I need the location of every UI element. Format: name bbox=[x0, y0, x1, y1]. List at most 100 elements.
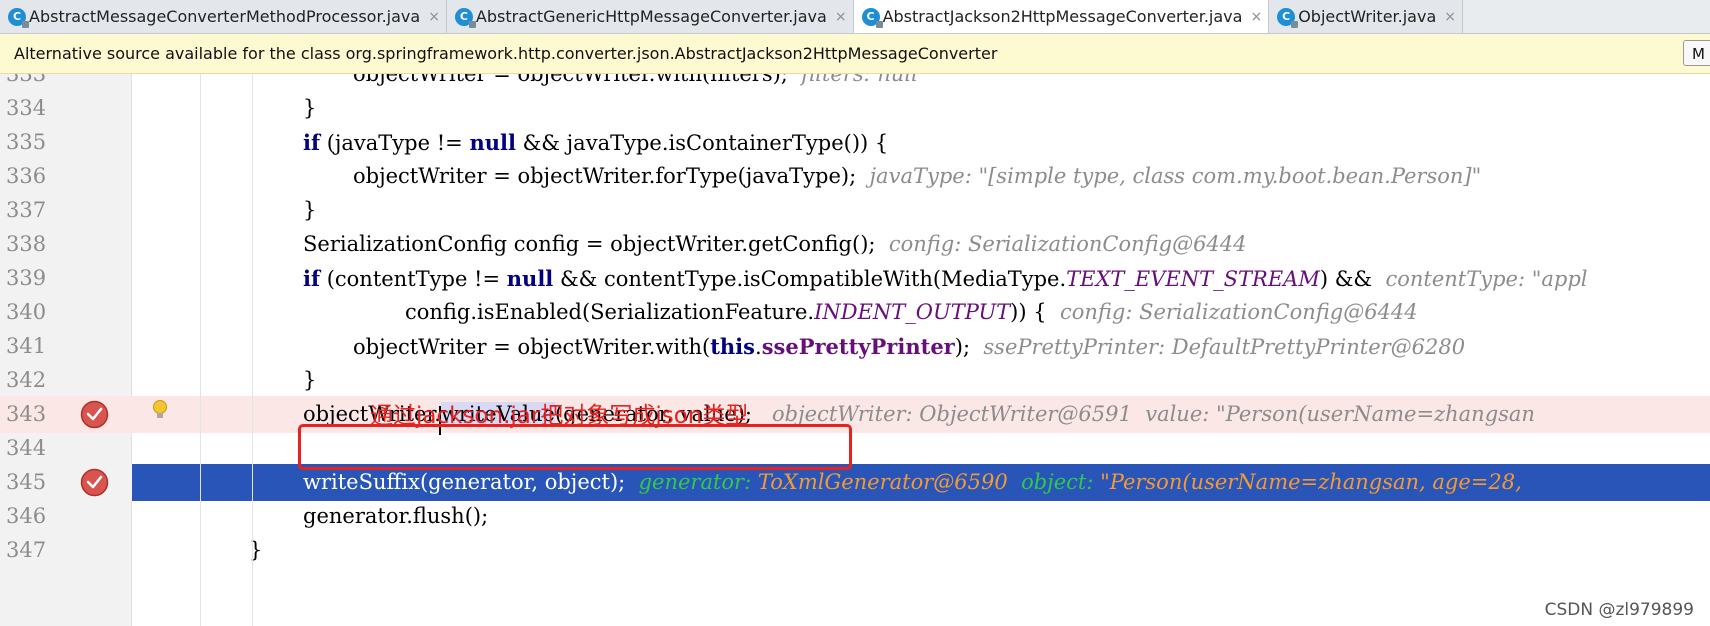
banner-text: Alternative source available for the cla… bbox=[14, 44, 998, 63]
code-line[interactable]: 338 SerializationConfig config = objectW… bbox=[0, 226, 1710, 263]
line-number: 347 bbox=[6, 538, 47, 562]
close-icon[interactable]: × bbox=[1250, 9, 1262, 25]
alternative-source-banner: Alternative source available for the cla… bbox=[0, 34, 1710, 74]
code-token: } bbox=[303, 198, 317, 222]
close-icon[interactable]: × bbox=[1444, 9, 1456, 25]
inline-debug-value: ssePrettyPrinter: DefaultPrettyPrinter@6… bbox=[983, 335, 1466, 359]
java-class-icon: C bbox=[861, 7, 883, 28]
code-text: if (contentType != null && contentType.i… bbox=[132, 260, 1588, 297]
code-text: SerializationConfig config = objectWrite… bbox=[132, 226, 1247, 263]
inline-debug-value: filters: null bbox=[801, 74, 918, 86]
line-number: 346 bbox=[6, 504, 47, 528]
field-token: ssePrettyPrinter bbox=[761, 334, 955, 359]
line-number: 343 bbox=[0, 396, 132, 433]
code-token: ) && bbox=[1319, 267, 1373, 291]
line-number: 344 bbox=[6, 436, 47, 460]
breakpoint-check-icon[interactable] bbox=[80, 468, 109, 497]
code-text: } bbox=[132, 532, 262, 569]
breakpoint-line[interactable]: 343 objectWriter. writeValue(generator, v… bbox=[0, 396, 1710, 435]
code-text: objectWriter = objectWriter.forType(java… bbox=[132, 158, 1481, 195]
line-number: 338 bbox=[6, 232, 47, 256]
banner-action-button[interactable]: M bbox=[1683, 40, 1710, 66]
tab-abstract-generic-http-message-converter[interactable]: C AbstractGenericHttpMessageConverter.ja… bbox=[446, 0, 854, 33]
inline-debug-value: javaType: "[simple type, class com.my.bo… bbox=[869, 164, 1482, 188]
line-number: 340 bbox=[6, 300, 47, 324]
code-line[interactable]: 340 config.isEnabled(SerializationFeatur… bbox=[0, 294, 1710, 331]
inline-debug-value: objectWriter: ObjectWriter@6591 value: "… bbox=[772, 402, 1535, 426]
code-token: generator.flush(); bbox=[303, 504, 489, 528]
keyword-token: null bbox=[506, 266, 554, 291]
code-text: objectWriter = objectWriter.with(this.ss… bbox=[132, 328, 1465, 365]
code-text: generator.flush(); bbox=[132, 498, 488, 535]
code-token: config.isEnabled(SerializationFeature. bbox=[405, 300, 815, 324]
tab-object-writer[interactable]: C ObjectWriter.java × bbox=[1269, 0, 1463, 33]
tab-label: ObjectWriter.java bbox=[1298, 7, 1437, 26]
indent-guide bbox=[252, 74, 253, 626]
code-editor[interactable]: 333 objectWriter = objectWriter.with(fil… bbox=[0, 74, 1710, 626]
tab-label: AbstractJackson2HttpMessageConverter.jav… bbox=[882, 7, 1243, 26]
code-line[interactable]: 334 } bbox=[0, 90, 1710, 127]
line-number: 341 bbox=[6, 334, 47, 358]
line-number: 337 bbox=[6, 198, 47, 222]
code-text: } bbox=[132, 90, 316, 127]
code-line[interactable]: 336 objectWriter = objectWriter.forType(… bbox=[0, 158, 1710, 195]
code-token: SerializationConfig config = objectWrite… bbox=[303, 232, 876, 256]
editor-tab-bar: C AbstractMessageConverterMethodProcesso… bbox=[0, 0, 1710, 34]
inline-debug-value: ToXmlGenerator@6590 bbox=[757, 470, 1008, 494]
code-token: . bbox=[755, 335, 762, 359]
code-token: writeSuffix(generator, object); bbox=[303, 470, 626, 494]
inline-debug-value: contentType: "appl bbox=[1385, 267, 1588, 291]
inline-debug-value: "Person(userName=zhangsan, age=28, bbox=[1100, 470, 1529, 494]
tab-label: AbstractGenericHttpMessageConverter.java bbox=[475, 7, 827, 26]
keyword-token: if bbox=[303, 266, 321, 291]
static-field-token: INDENT_OUTPUT bbox=[814, 300, 1011, 324]
annotation-text: 通过jackson.jar把对象写成json类型 bbox=[370, 403, 749, 429]
close-icon[interactable]: × bbox=[835, 9, 847, 25]
code-token: (javaType != bbox=[320, 131, 470, 155]
keyword-token: this bbox=[710, 334, 755, 359]
code-line[interactable]: 344 bbox=[0, 430, 1710, 467]
line-number: 339 bbox=[6, 266, 47, 290]
line-number: 334 bbox=[6, 96, 47, 120]
code-line[interactable]: 347 } bbox=[0, 532, 1710, 569]
inline-debug-key: generator: bbox=[638, 470, 752, 494]
code-text: } bbox=[132, 362, 316, 399]
code-token: )) { bbox=[1010, 300, 1047, 324]
code-token: objectWriter = objectWriter.with(filters… bbox=[353, 74, 788, 86]
code-token: objectWriter = objectWriter.with( bbox=[353, 335, 711, 359]
code-line[interactable]: 339 if (contentType != null && contentTy… bbox=[0, 260, 1710, 297]
inline-debug-value: config: SerializationConfig@6444 bbox=[1059, 300, 1418, 324]
code-line[interactable]: 337 } bbox=[0, 192, 1710, 229]
code-line[interactable]: 335 if (javaType != null && javaType.isC… bbox=[0, 124, 1710, 161]
code-token: } bbox=[303, 368, 317, 392]
java-class-icon: C bbox=[1277, 7, 1299, 28]
code-token: && javaType.isContainerType()) { bbox=[515, 131, 889, 155]
code-text: config.isEnabled(SerializationFeature.IN… bbox=[132, 294, 1418, 331]
inline-debug-key: object: bbox=[1021, 470, 1094, 494]
java-class-icon: C bbox=[8, 7, 29, 28]
current-execution-line[interactable]: 345 writeSuffix(generator, object); gene… bbox=[0, 464, 1710, 501]
tab-abstract-message-converter-method-processor[interactable]: C AbstractMessageConverterMethodProcesso… bbox=[0, 0, 447, 33]
breakpoint-check-icon[interactable] bbox=[80, 400, 109, 429]
watermark: CSDN @zl979899 bbox=[1544, 600, 1694, 620]
line-number: 342 bbox=[6, 368, 47, 392]
indent-guide bbox=[200, 74, 201, 626]
code-token: (contentType != bbox=[320, 267, 507, 291]
code-token: objectWriter = objectWriter.forType(java… bbox=[353, 164, 857, 188]
tab-label: AbstractMessageConverterMethodProcessor.… bbox=[29, 7, 421, 26]
close-icon[interactable]: × bbox=[428, 9, 440, 25]
keyword-token: if bbox=[303, 130, 321, 155]
code-token: } bbox=[249, 538, 263, 562]
keyword-token: null bbox=[469, 130, 516, 155]
static-field-token: TEXT_EVENT_STREAM bbox=[1066, 267, 1320, 291]
code-line[interactable]: 341 objectWriter = objectWriter.with(thi… bbox=[0, 328, 1710, 365]
code-line[interactable]: 346 generator.flush(); bbox=[0, 498, 1710, 535]
code-token: ); bbox=[954, 335, 971, 359]
inline-debug-value: config: SerializationConfig@6444 bbox=[888, 232, 1247, 256]
code-text: } bbox=[132, 192, 316, 229]
code-line[interactable]: 342 } bbox=[0, 362, 1710, 399]
code-token: && contentType.isCompatibleWith(MediaTyp… bbox=[553, 267, 1067, 291]
tab-abstract-jackson2-http-message-converter[interactable]: C AbstractJackson2HttpMessageConverter.j… bbox=[853, 0, 1270, 33]
line-number: 336 bbox=[6, 164, 47, 188]
highlight-box bbox=[298, 424, 852, 470]
